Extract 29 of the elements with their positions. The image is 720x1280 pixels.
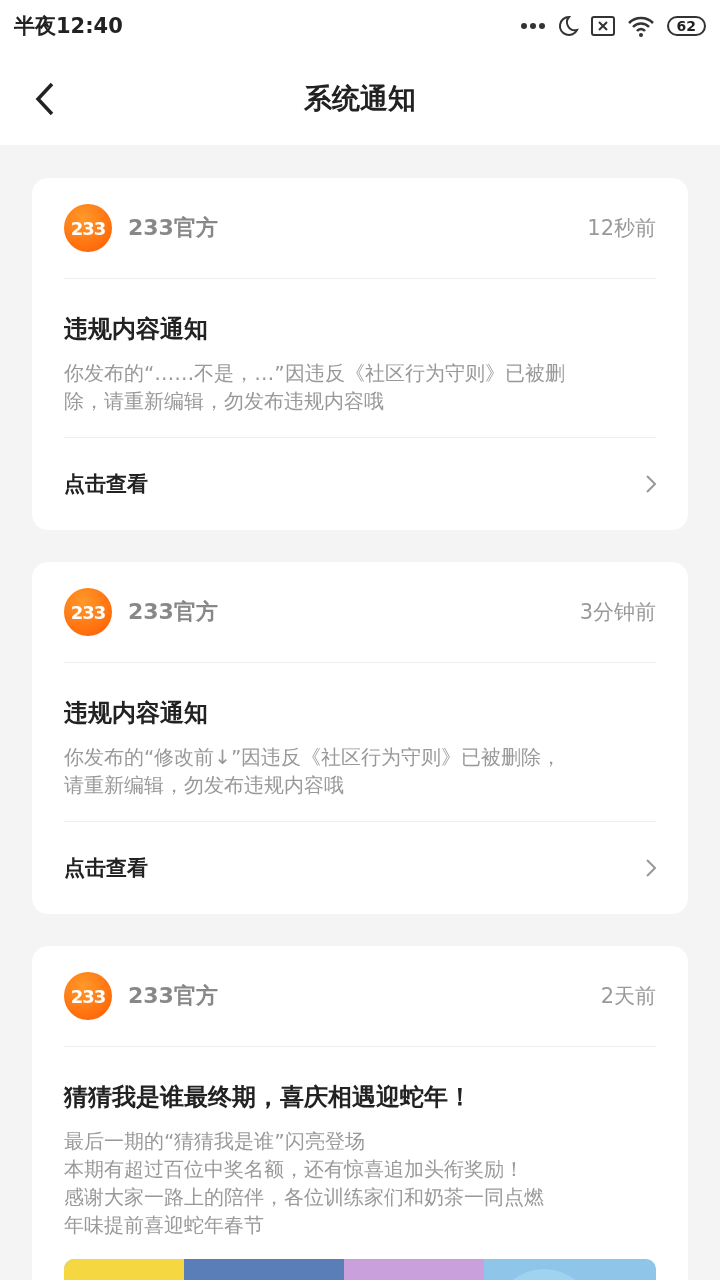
view-link[interactable]: 点击查看 — [64, 854, 148, 882]
logo: 233 — [64, 972, 112, 1020]
logo: 233 — [64, 588, 112, 636]
timestamp: 3分钟前 — [579, 599, 656, 626]
notification-card[interactable]: 233 233官方 3分钟前 违规内容通知 你发布的“修改前↓”因违反《社区行为守则》已被删除， 请重新编辑，勿发布违规内容哦 点击查看 — [32, 562, 688, 914]
chevron-icon — [646, 859, 656, 877]
sender-name: 233官方 — [128, 598, 219, 626]
notification-title: 猜猜我是谁最终期，喜庆相遇迎蛇年！ — [64, 1082, 473, 1113]
notification-body: 你发布的“修改前↓”因违反《社区行为守则》已被删除， 请重新编辑，勿发布违规内容哦 — [64, 744, 563, 799]
notification-title: 违规内容通知 — [64, 698, 209, 729]
timestamp: 12秒前 — [587, 215, 656, 242]
notification-title: 违规内容通知 — [64, 314, 209, 345]
notification-body: 你发布的“……不是，…”因违反《社区行为守则》已被删 除，请重新编辑，勿发布违规内容哦 — [64, 360, 566, 415]
timestamp: 2天前 — [600, 983, 656, 1010]
sender-name: 233官方 — [128, 214, 219, 242]
page-title: 系统通知 — [304, 80, 416, 117]
sender-name: 233官方 — [128, 982, 219, 1010]
wifi-icon — [626, 15, 655, 37]
back-icon[interactable] — [34, 82, 56, 116]
status-time: 半夜12:40 — [14, 13, 123, 40]
chevron-icon — [646, 475, 656, 493]
view-link[interactable]: 点击查看 — [64, 470, 148, 498]
moon-icon — [556, 15, 579, 37]
notification-body: 最后一期的“猜猜我是谁”闪亮登场 本期有超过百位中奖名额，还有惊喜追加头衔奖励！ 感谢大家一路上的陪伴，各位训练家们和奶茶一同点燃 年味提前喜迎蛇年春节 — [64, 1128, 545, 1239]
more-icon — [520, 23, 545, 29]
notification-card[interactable]: 233 233官方 2天前 猜猜我是谁最终期，喜庆相遇迎蛇年！ 最后一期的“猜猜我是谁”闪亮登场 本期有超过百位中奖名额，还有惊喜追加头衔奖励！ 感谢大家一路上的陪伴，各位训练家们和奶茶一同点燃 年味提前喜迎蛇年春节 — [32, 946, 688, 1280]
logo: 233 — [64, 204, 112, 252]
battery-icon: 62 — [666, 16, 706, 36]
notification-card[interactable]: 233 233官方 12秒前 违规内容通知 你发布的“……不是，…”因违反《社区行为守则》已被删 除，请重新编辑，勿发布违规内容哦 点击查看 — [32, 178, 688, 530]
